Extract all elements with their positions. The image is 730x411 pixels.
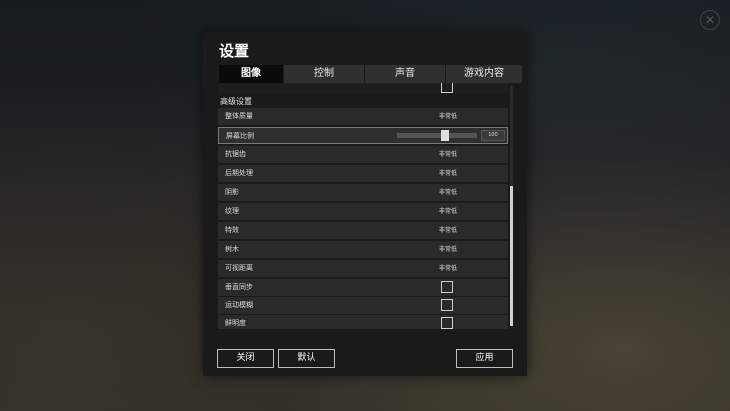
vsync-checkbox[interactable] bbox=[441, 281, 453, 293]
setting-value[interactable]: 非常低 bbox=[436, 165, 460, 182]
partial-row bbox=[218, 83, 508, 93]
setting-row-motion-blur[interactable]: 运动模糊 bbox=[218, 297, 508, 314]
settings-list[interactable]: 高级设置 整体质量 非常低 屏幕比例 100 抗锯齿 非常低 后期处理 非常低 … bbox=[218, 83, 510, 329]
tab-gameplay[interactable]: 游戏内容 bbox=[446, 65, 523, 83]
setting-row-screen-scale[interactable]: 屏幕比例 100 bbox=[218, 127, 508, 144]
setting-value[interactable]: 非常低 bbox=[436, 260, 460, 277]
screen-scale-input[interactable]: 100 bbox=[481, 130, 505, 141]
setting-row-post-processing[interactable]: 后期处理 非常低 bbox=[218, 165, 508, 182]
tab-controls[interactable]: 控制 bbox=[284, 65, 365, 83]
setting-row-shadows[interactable]: 阴影 非常低 bbox=[218, 184, 508, 201]
setting-value[interactable]: 非常低 bbox=[436, 184, 460, 201]
setting-row-anti-aliasing[interactable]: 抗锯齿 非常低 bbox=[218, 146, 508, 163]
dialog-title: 设置 bbox=[219, 42, 250, 60]
settings-dialog: 设置 图像 控制 声音 游戏内容 高级设置 整体质量 非常低 屏幕比例 100 … bbox=[203, 32, 527, 376]
setting-value[interactable]: 非常低 bbox=[436, 241, 460, 258]
settings-scrollbar-thumb[interactable] bbox=[510, 186, 513, 326]
tab-graphics[interactable]: 图像 bbox=[219, 65, 284, 83]
setting-row-sharpness[interactable]: 鲜明度 bbox=[218, 315, 508, 329]
setting-label: 鲜明度 bbox=[225, 319, 246, 327]
screen-scale-slider-thumb[interactable] bbox=[441, 130, 449, 141]
close-icon[interactable]: ✕ bbox=[700, 10, 720, 30]
setting-value[interactable]: 非常低 bbox=[436, 222, 460, 239]
setting-row-effects[interactable]: 特效 非常低 bbox=[218, 222, 508, 239]
setting-row-vsync[interactable]: 垂直同步 bbox=[218, 279, 508, 296]
setting-label: 可视距离 bbox=[225, 264, 253, 272]
setting-value[interactable]: 非常低 bbox=[436, 108, 460, 125]
setting-label: 后期处理 bbox=[225, 169, 253, 177]
setting-label: 抗锯齿 bbox=[225, 150, 246, 158]
setting-label: 特效 bbox=[225, 226, 239, 234]
setting-label: 屏幕比例 bbox=[226, 132, 254, 140]
tab-audio[interactable]: 声音 bbox=[365, 65, 446, 83]
partial-row-checkbox[interactable] bbox=[441, 83, 453, 93]
setting-label: 运动模糊 bbox=[225, 301, 253, 309]
setting-label: 垂直同步 bbox=[225, 283, 253, 291]
close-button[interactable]: 关闭 bbox=[217, 349, 274, 368]
setting-value[interactable]: 非常低 bbox=[436, 203, 460, 220]
sharpness-checkbox[interactable] bbox=[441, 317, 453, 329]
setting-label: 整体质量 bbox=[225, 112, 253, 120]
default-button[interactable]: 默认 bbox=[278, 349, 335, 368]
setting-label: 树木 bbox=[225, 245, 239, 253]
setting-label: 纹理 bbox=[225, 207, 239, 215]
setting-row-overall-quality[interactable]: 整体质量 非常低 bbox=[218, 108, 508, 125]
screen-scale-slider-track[interactable] bbox=[397, 130, 477, 141]
setting-row-textures[interactable]: 纹理 非常低 bbox=[218, 203, 508, 220]
motion-blur-checkbox[interactable] bbox=[441, 299, 453, 311]
setting-value[interactable]: 非常低 bbox=[436, 146, 460, 163]
settings-scrollbar[interactable] bbox=[510, 86, 513, 326]
setting-label: 阴影 bbox=[225, 188, 239, 196]
section-header-advanced: 高级设置 bbox=[220, 97, 252, 106]
apply-button[interactable]: 应用 bbox=[456, 349, 513, 368]
setting-row-view-distance[interactable]: 可视距离 非常低 bbox=[218, 260, 508, 277]
setting-row-foliage[interactable]: 树木 非常低 bbox=[218, 241, 508, 258]
settings-tabs: 图像 控制 声音 游戏内容 bbox=[219, 65, 523, 83]
